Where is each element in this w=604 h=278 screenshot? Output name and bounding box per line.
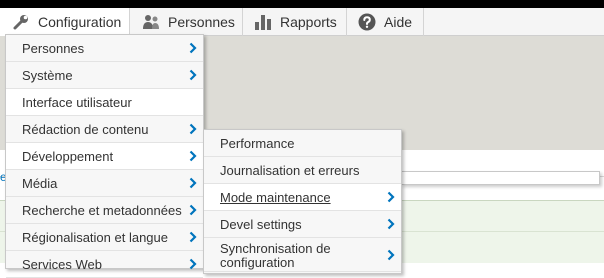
menu-item-regionalisation-et-langue[interactable]: Régionalisation et langue (6, 224, 203, 251)
developpement-submenu: Performance Journalisation et erreurs Mo… (203, 129, 402, 274)
chevron-right-icon (189, 69, 197, 81)
menu-item-services-web[interactable]: Services Web (6, 251, 203, 278)
chevron-right-icon (189, 177, 197, 189)
chevron-right-icon (387, 191, 395, 203)
chevron-right-icon (189, 42, 197, 54)
chevron-right-icon (387, 218, 395, 230)
chevron-right-icon (189, 150, 197, 162)
bar-chart-icon (254, 13, 272, 31)
menu-item-label: Rédaction de contenu (22, 121, 149, 137)
menu-item-label: Système (22, 67, 73, 83)
chevron-right-icon (189, 258, 197, 270)
people-icon (142, 13, 160, 31)
tab-label: Configuration (38, 14, 122, 30)
menu-item-label: Recherche et metadonnées (22, 202, 182, 218)
chevron-right-icon (189, 231, 197, 243)
help-icon (358, 13, 376, 31)
submenu-item-devel-settings[interactable]: Devel settings (204, 211, 401, 238)
menu-item-label: Synchronisation de configuration (220, 241, 331, 270)
wrench-icon (12, 13, 30, 31)
menu-item-systeme[interactable]: Système (6, 62, 203, 89)
submenu-item-journalisation-et-erreurs[interactable]: Journalisation et erreurs (204, 157, 401, 184)
menu-item-media[interactable]: Média (6, 170, 203, 197)
tab-label: Rapports (280, 14, 337, 30)
menu-item-label: Performance (220, 135, 295, 151)
menu-item-developpement[interactable]: Développement (6, 143, 203, 170)
menu-item-recherche-et-metadonnees[interactable]: Recherche et metadonnées (6, 197, 203, 224)
chevron-right-icon (387, 249, 395, 261)
menu-item-label: Personnes (22, 40, 85, 56)
menu-item-label: Mode maintenance (220, 189, 331, 205)
submenu-item-performance[interactable]: Performance (204, 130, 401, 157)
tab-label: Aide (384, 14, 413, 30)
submenu-flyout-edge (401, 171, 600, 185)
top-strip (0, 0, 604, 8)
menu-item-personnes[interactable]: Personnes (6, 35, 203, 62)
tab-rapports[interactable]: Rapports (243, 8, 347, 36)
menu-item-label: Développement (22, 148, 114, 164)
admin-toolbar: Configuration Personnes Rapports Aide (0, 8, 604, 36)
menu-item-label: Média (22, 175, 58, 191)
tab-aide[interactable]: Aide (347, 8, 424, 36)
submenu-item-synchronisation-de-configuration[interactable]: Synchronisation de configuration (204, 238, 401, 272)
tab-label: Personnes (168, 14, 235, 30)
menu-item-label: Régionalisation et langue (22, 229, 168, 245)
configuration-menu: Personnes Système Interface utilisateur … (5, 34, 204, 278)
chevron-right-icon (189, 123, 197, 135)
menu-item-label: Journalisation et erreurs (220, 162, 360, 178)
tab-configuration[interactable]: Configuration (0, 8, 130, 36)
menu-item-label: Services Web (22, 256, 102, 272)
menu-item-interface-utilisateur[interactable]: Interface utilisateur (6, 89, 203, 116)
menu-item-label: Interface utilisateur (22, 94, 132, 110)
chevron-right-icon (189, 204, 197, 216)
submenu-item-mode-maintenance[interactable]: Mode maintenance (204, 184, 401, 211)
menu-item-label: Devel settings (220, 216, 302, 232)
tab-personnes[interactable]: Personnes (130, 8, 243, 36)
menu-item-redaction-de-contenu[interactable]: Rédaction de contenu (6, 116, 203, 143)
